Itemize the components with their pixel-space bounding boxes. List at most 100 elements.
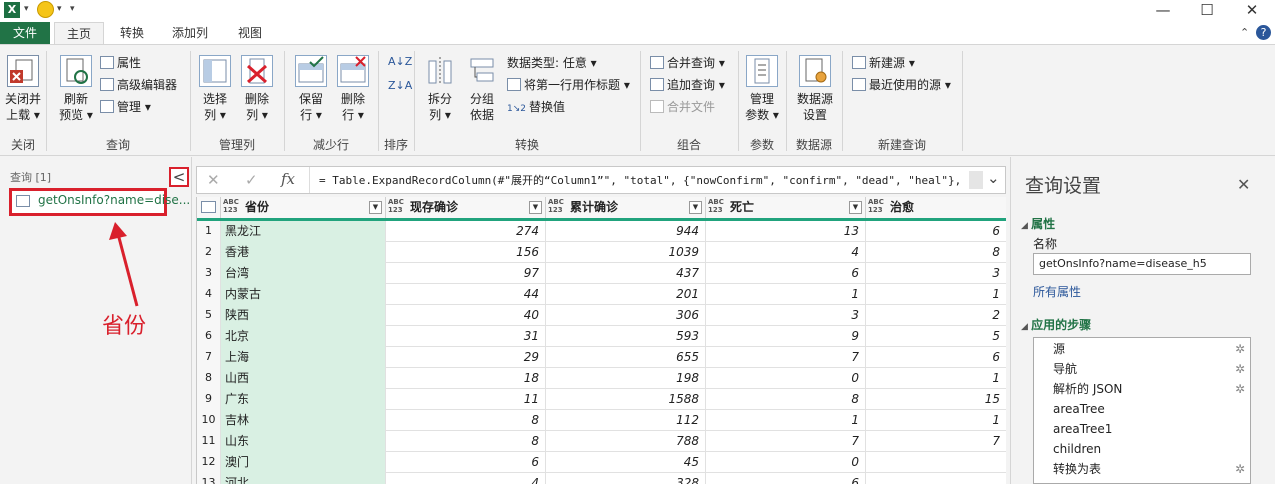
cell-province[interactable]: 台湾	[221, 263, 386, 284]
cell-dead[interactable]: 6	[706, 473, 866, 484]
column-header-total-confirm[interactable]: ABC 123 累计确诊 ▼	[546, 197, 706, 218]
cell-total-confirm[interactable]: 45	[546, 452, 706, 473]
table-row[interactable]: 1 黑龙江 274 944 13 6	[197, 221, 1006, 242]
cell-dead[interactable]: 4	[706, 242, 866, 263]
step-settings-icon[interactable]: ✲	[1235, 359, 1245, 379]
tab-transform[interactable]: 转换	[108, 22, 156, 44]
applied-step[interactable]: areaTree	[1053, 399, 1249, 419]
close-and-load-button[interactable]: 关闭并 上载 ▾	[4, 55, 42, 123]
cell-province[interactable]: 广东	[221, 389, 386, 410]
applied-steps-section-header[interactable]: ◢ 应用的步骤	[1021, 316, 1091, 333]
cell-dead[interactable]: 0	[706, 368, 866, 389]
any-type-icon[interactable]: ABC 123	[868, 198, 884, 214]
cell-now-confirm[interactable]: 44	[386, 284, 546, 305]
group-by-button[interactable]: 分组 依据	[464, 55, 500, 123]
step-settings-icon[interactable]: ✲	[1235, 459, 1245, 479]
split-column-button[interactable]: 拆分 列 ▾	[422, 55, 458, 123]
applied-step[interactable]: 转换为表 ✲	[1053, 459, 1249, 479]
cell-dead[interactable]: 6	[706, 263, 866, 284]
all-properties-link[interactable]: 所有属性	[1033, 283, 1081, 300]
minimize-button[interactable]: —	[1140, 0, 1186, 22]
step-settings-icon[interactable]: ✲	[1235, 379, 1245, 399]
cell-province[interactable]: 上海	[221, 347, 386, 368]
formula-input[interactable]: = Table.ExpandRecordColumn(#"展开的“Column1…	[319, 172, 959, 188]
cell-dead[interactable]: 7	[706, 347, 866, 368]
cell-now-confirm[interactable]: 6	[386, 452, 546, 473]
select-all-table-icon[interactable]	[197, 197, 221, 218]
any-type-icon[interactable]: ABC 123	[388, 198, 404, 214]
cell-now-confirm[interactable]: 8	[386, 410, 546, 431]
tab-view[interactable]: 视图	[224, 22, 276, 44]
table-row[interactable]: 3 台湾 97 437 6 3	[197, 263, 1006, 284]
row-number[interactable]: 4	[197, 284, 221, 305]
table-row[interactable]: 10 吉林 8 112 1 1	[197, 410, 1006, 431]
cell-heal[interactable]: 6	[866, 347, 1006, 368]
cell-total-confirm[interactable]: 1039	[546, 242, 706, 263]
cell-province[interactable]: 黑龙江	[221, 221, 386, 242]
tab-add-column[interactable]: 添加列	[160, 22, 220, 44]
column-header-heal[interactable]: ABC 123 治愈	[866, 197, 1006, 218]
table-row[interactable]: 13 河北 4 328 6	[197, 473, 1006, 484]
row-number[interactable]: 2	[197, 242, 221, 263]
row-number[interactable]: 3	[197, 263, 221, 284]
cell-province[interactable]: 陕西	[221, 305, 386, 326]
merge-queries-button[interactable]: 合并查询 ▾	[650, 54, 725, 72]
cell-province[interactable]: 山西	[221, 368, 386, 389]
column-header-now-confirm[interactable]: ABC 123 现存确诊 ▼	[386, 197, 546, 218]
remove-columns-button[interactable]: 删除 列 ▾	[240, 55, 274, 123]
cell-now-confirm[interactable]: 31	[386, 326, 546, 347]
refresh-preview-button[interactable]: 刷新 预览 ▾	[56, 55, 96, 123]
cell-total-confirm[interactable]: 1588	[546, 389, 706, 410]
table-row[interactable]: 9 广东 11 1588 8 15	[197, 389, 1006, 410]
row-number[interactable]: 9	[197, 389, 221, 410]
formula-scroll[interactable]	[969, 171, 983, 189]
table-row[interactable]: 8 山西 18 198 0 1	[197, 368, 1006, 389]
cell-now-confirm[interactable]: 4	[386, 473, 546, 484]
table-row[interactable]: 7 上海 29 655 7 6	[197, 347, 1006, 368]
new-source-button[interactable]: 新建源 ▾	[852, 54, 915, 72]
row-number[interactable]: 10	[197, 410, 221, 431]
cell-heal[interactable]: 6	[866, 221, 1006, 242]
cancel-icon[interactable]: ✕	[207, 171, 220, 189]
cell-dead[interactable]: 0	[706, 452, 866, 473]
properties-button[interactable]: 属性	[100, 54, 141, 72]
manage-parameters-button[interactable]: 管理 参数 ▾	[742, 55, 782, 123]
cell-now-confirm[interactable]: 156	[386, 242, 546, 263]
query-name-input[interactable]: getOnsInfo?name=disease_h5	[1033, 253, 1251, 275]
fx-icon[interactable]: fx	[281, 170, 295, 188]
any-type-icon[interactable]: ABC 123	[223, 198, 239, 214]
cell-total-confirm[interactable]: 306	[546, 305, 706, 326]
cell-dead[interactable]: 8	[706, 389, 866, 410]
row-number[interactable]: 7	[197, 347, 221, 368]
table-row[interactable]: 5 陕西 40 306 3 2	[197, 305, 1006, 326]
cell-now-confirm[interactable]: 29	[386, 347, 546, 368]
cell-heal[interactable]	[866, 452, 1006, 473]
smiley-dropdown-icon[interactable]: ▾	[57, 4, 62, 14]
cell-total-confirm[interactable]: 201	[546, 284, 706, 305]
filter-dropdown-icon[interactable]: ▼	[689, 201, 702, 214]
row-number[interactable]: 12	[197, 452, 221, 473]
sort-descending-icon[interactable]: Z↓A	[388, 77, 412, 95]
cell-province[interactable]: 北京	[221, 326, 386, 347]
applied-step[interactable]: areaTree1	[1053, 419, 1249, 439]
cell-heal[interactable]	[866, 473, 1006, 484]
cell-now-confirm[interactable]: 11	[386, 389, 546, 410]
table-row[interactable]: 2 香港 156 1039 4 8	[197, 242, 1006, 263]
tab-file[interactable]: 文件	[0, 22, 50, 44]
cell-province[interactable]: 河北	[221, 473, 386, 484]
cell-total-confirm[interactable]: 437	[546, 263, 706, 284]
data-source-settings-button[interactable]: 数据源 设置	[792, 55, 838, 123]
quick-access-dropdown-icon[interactable]: ▾	[24, 4, 29, 14]
collapse-queries-pane-button[interactable]: <	[169, 167, 189, 187]
recent-sources-button[interactable]: 最近使用的源 ▾	[852, 76, 951, 94]
applied-step[interactable]: 源 ✲	[1053, 339, 1249, 359]
advanced-editor-button[interactable]: 高级编辑器	[100, 76, 177, 94]
cell-province[interactable]: 山东	[221, 431, 386, 452]
confirm-icon[interactable]: ✓	[245, 171, 258, 189]
help-icon[interactable]: ?	[1256, 25, 1271, 40]
expand-formula-icon[interactable]: ⌄	[987, 169, 1000, 187]
keep-rows-button[interactable]: 保留 行 ▾	[294, 55, 328, 123]
cell-dead[interactable]: 1	[706, 410, 866, 431]
replace-values-button[interactable]: 1↘2 替换值	[507, 98, 565, 118]
cell-total-confirm[interactable]: 328	[546, 473, 706, 484]
